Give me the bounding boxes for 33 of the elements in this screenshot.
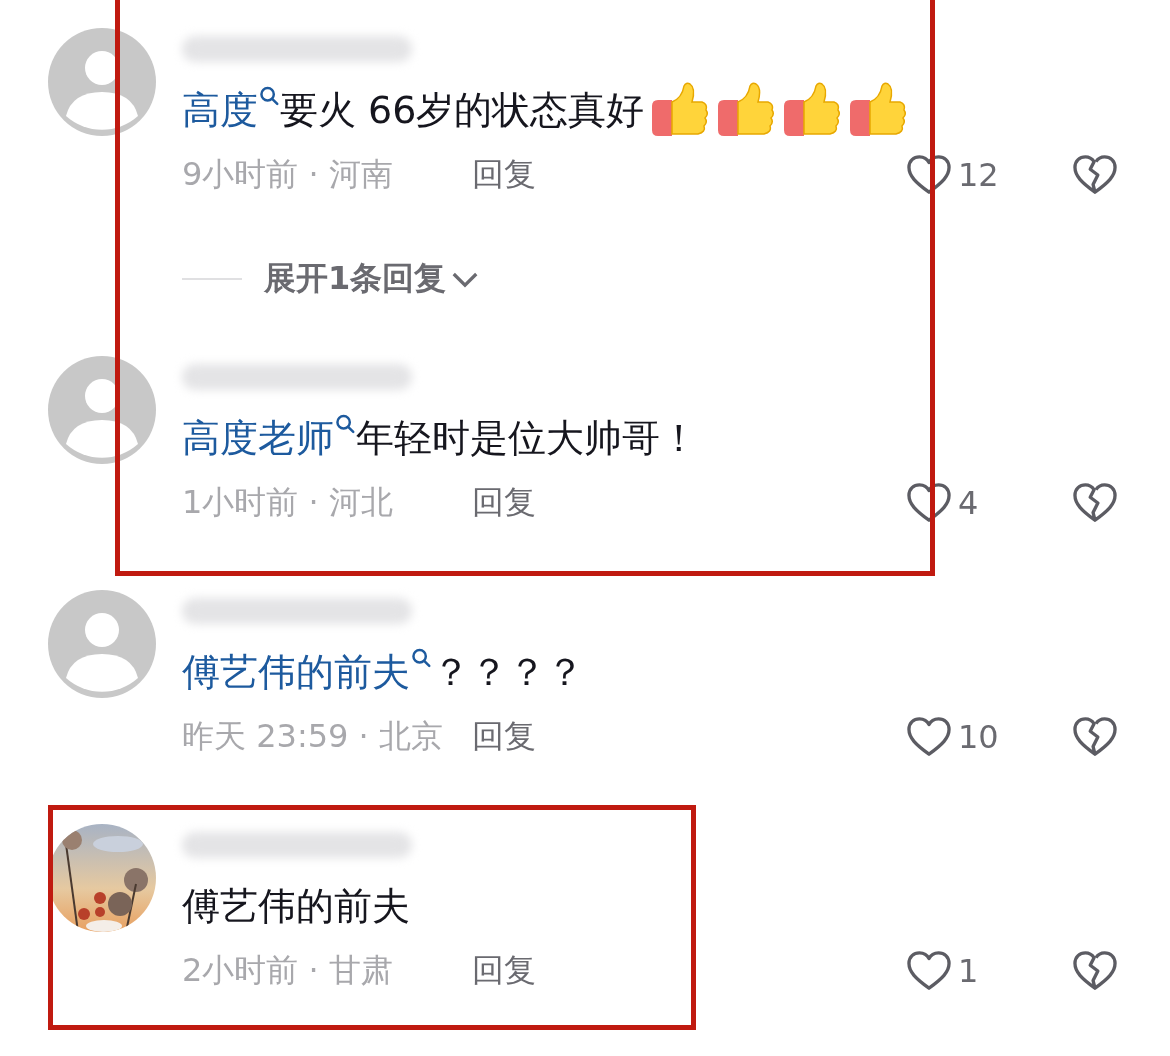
reply-button[interactable]: 回复 bbox=[472, 715, 536, 759]
like-count: 1 bbox=[958, 952, 979, 990]
thumbs-up-icon bbox=[716, 82, 777, 138]
mention-link[interactable]: 高度老师 bbox=[182, 412, 334, 464]
comment-text: 年轻时是位大帅哥！ bbox=[356, 414, 698, 462]
heart-icon[interactable] bbox=[906, 482, 952, 524]
avatar-icon[interactable] bbox=[48, 356, 156, 464]
heart-icon[interactable] bbox=[906, 950, 952, 992]
search-icon bbox=[258, 86, 280, 108]
comment-meta: 2小时前 · 甘肃 bbox=[182, 950, 394, 991]
reply-button[interactable]: 回复 bbox=[472, 153, 536, 197]
search-icon bbox=[334, 414, 356, 436]
like-count: 10 bbox=[958, 718, 999, 756]
heart-icon[interactable] bbox=[906, 716, 952, 758]
mention-link[interactable]: 傅艺伟的前夫 bbox=[182, 646, 410, 698]
reply-button[interactable]: 回复 bbox=[472, 949, 536, 993]
comment-meta: 1小时前 · 河北 bbox=[182, 482, 394, 523]
heart-icon[interactable] bbox=[906, 154, 952, 196]
expand-replies-button[interactable]: 展开1条回复 bbox=[264, 257, 481, 301]
comment-meta: 9小时前 · 河南 bbox=[182, 154, 394, 195]
search-icon bbox=[410, 648, 432, 670]
like-count: 4 bbox=[958, 484, 979, 522]
mention-link[interactable]: 高度 bbox=[182, 84, 258, 136]
reply-button[interactable]: 回复 bbox=[472, 481, 536, 525]
comment-text: 傅艺伟的前夫 bbox=[182, 882, 410, 930]
thumbs-up-icon bbox=[848, 82, 909, 138]
comment-meta: 昨天 23:59 · 北京 bbox=[182, 716, 444, 757]
like-count: 12 bbox=[958, 156, 999, 194]
thumbs-up-icon bbox=[650, 82, 711, 138]
comment-text: ？？？？ bbox=[432, 648, 584, 696]
avatar-icon[interactable] bbox=[48, 28, 156, 136]
thumbs-up-icon bbox=[782, 82, 843, 138]
comment-text: 要火 66岁的状态真好 bbox=[280, 86, 645, 134]
